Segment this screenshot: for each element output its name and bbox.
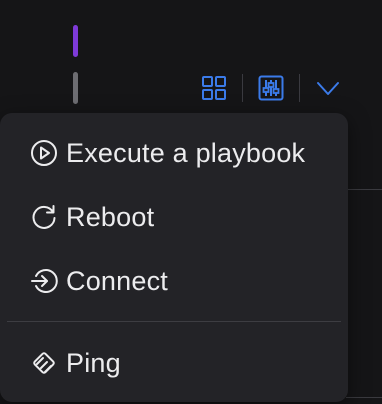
actions-dropdown-menu: Execute a playbook Reboot Connect Ping [0,113,348,402]
play-circle-icon [29,138,59,168]
background-divider [346,397,382,398]
menu-item-connect[interactable]: Connect [0,255,348,307]
refresh-icon [29,202,59,232]
toolbar [200,73,342,103]
login-icon [29,266,59,296]
expand-button[interactable] [314,74,342,102]
grid-icon [202,76,226,100]
menu-item-label: Reboot [66,201,155,232]
menu-item-reboot[interactable]: Reboot [0,191,348,243]
menu-item-execute-playbook[interactable]: Execute a playbook [0,127,348,179]
adjust-settings-button[interactable] [257,74,285,102]
ping-icon [29,348,59,378]
status-indicator-active [73,25,78,57]
background-divider [346,189,382,190]
menu-item-label: Connect [66,265,168,296]
toolbar-separator [242,74,243,102]
menu-item-label: Execute a playbook [66,137,306,168]
toolbar-separator [299,74,300,102]
sliders-icon [258,75,284,101]
menu-separator [7,321,341,322]
grid-view-button[interactable] [200,74,228,102]
status-indicator-inactive [73,72,78,104]
chevron-down-icon [317,82,339,95]
menu-item-label: Ping [66,347,121,378]
menu-item-ping[interactable]: Ping [0,337,348,389]
